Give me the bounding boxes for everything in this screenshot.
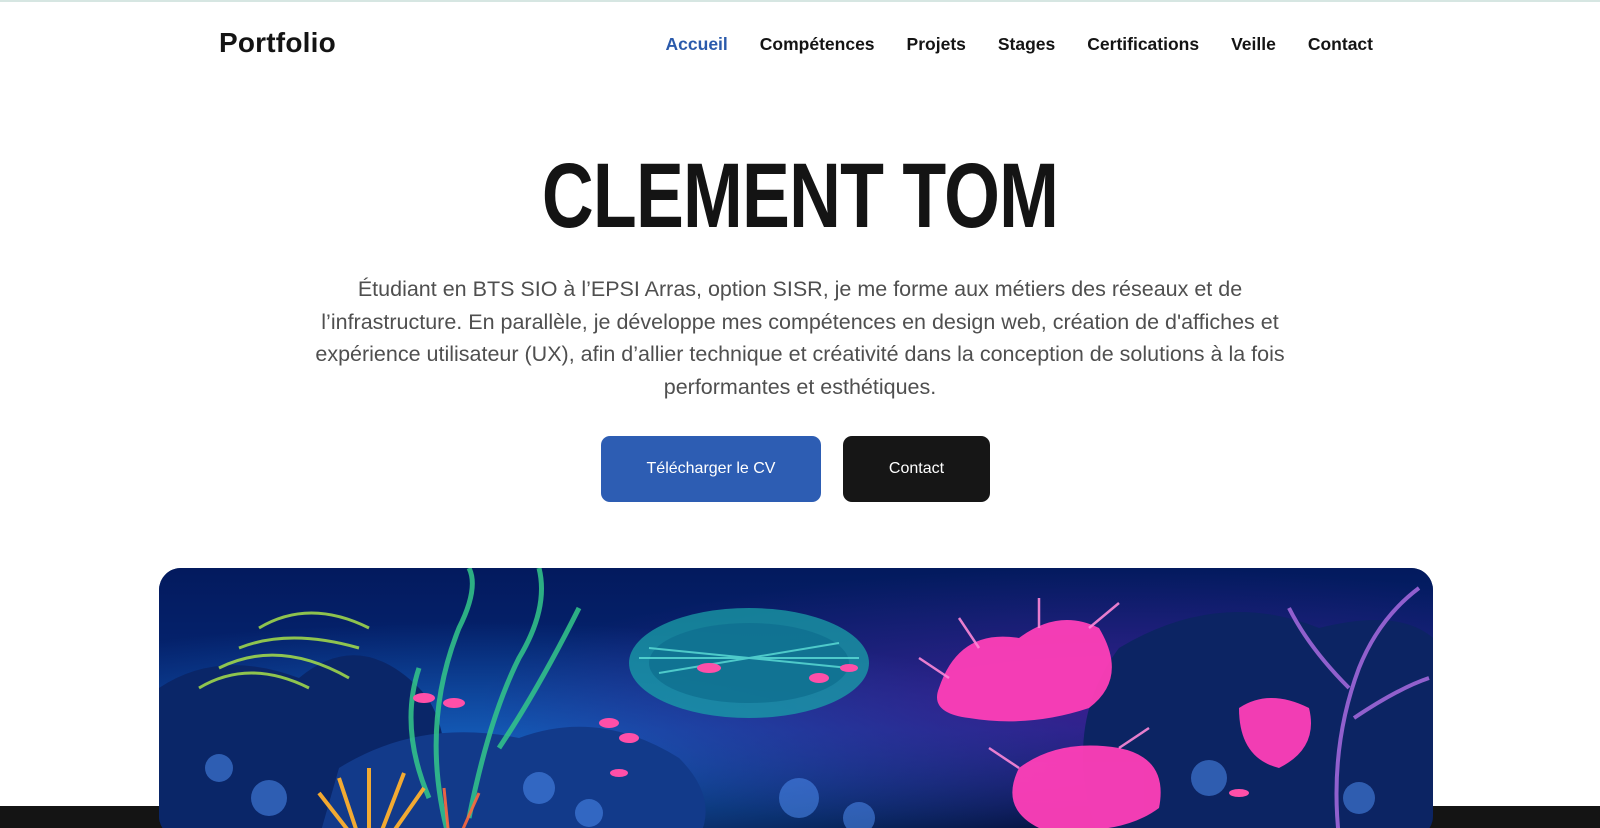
main-nav: Accueil Compétences Projets Stages Certi… [634,34,1373,55]
site-logo[interactable]: Portfolio [219,27,336,59]
nav-item-competences[interactable]: Compétences [760,34,875,55]
hero-title: CLEMENT TOM [541,145,1059,247]
coral-reef-illustration [159,568,1433,828]
nav-item-certifications[interactable]: Certifications [1087,34,1199,55]
nav-item-contact[interactable]: Contact [1308,34,1373,55]
nav-item-projets[interactable]: Projets [907,34,966,55]
download-cv-button[interactable]: Télécharger le CV [601,436,821,502]
nav-item-stages[interactable]: Stages [998,34,1055,55]
site-header: Portfolio Accueil Compétences Projets St… [0,0,1600,88]
nav-item-veille[interactable]: Veille [1231,34,1276,55]
hero-description: Étudiant en BTS SIO à l’EPSI Arras, opti… [315,277,1285,399]
hero-image-coral-reef [159,568,1433,828]
contact-button[interactable]: Contact [843,436,990,502]
nav-item-accueil[interactable]: Accueil [666,34,728,55]
